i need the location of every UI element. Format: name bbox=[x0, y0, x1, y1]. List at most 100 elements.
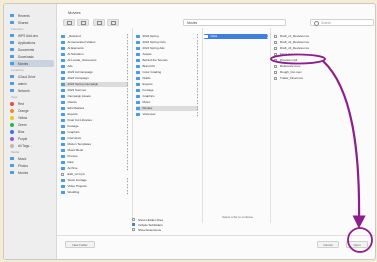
list-item[interactable]: Music Beds bbox=[61, 148, 128, 153]
list-item[interactable]: Review bbox=[136, 106, 198, 111]
status-note: Select a file to continue bbox=[222, 215, 254, 219]
list-item[interactable]: AI-Generated Videos bbox=[61, 40, 128, 45]
back-button[interactable] bbox=[63, 19, 75, 26]
list-item[interactable]: Clips bbox=[204, 34, 268, 39]
list-item[interactable]: Final Cut Libraries bbox=[61, 118, 128, 123]
list-item[interactable]: Color Grading bbox=[136, 70, 198, 75]
chevron-right-icon bbox=[124, 106, 128, 111]
list-item[interactable]: Draft_v2_Review.mov bbox=[274, 40, 370, 45]
list-item[interactable]: Drafts bbox=[136, 76, 198, 81]
chevron-right-icon bbox=[124, 130, 128, 135]
sidebar-item[interactable]: Red bbox=[10, 100, 54, 107]
sidebar-item[interactable]: Downloads bbox=[10, 53, 54, 60]
chevron-right-icon bbox=[124, 178, 128, 183]
list-item[interactable]: Trailer_Final.mov bbox=[274, 76, 370, 81]
list-item[interactable]: Clients bbox=[61, 100, 128, 105]
sidebar-item-label: Movies bbox=[18, 61, 29, 66]
list-item[interactable]: 2024 Spring bbox=[136, 34, 198, 39]
list-item[interactable]: Music bbox=[136, 100, 198, 105]
new-folder-button[interactable]: New Folder bbox=[65, 241, 95, 248]
list-item-label: 2024 Campaign bbox=[67, 76, 89, 80]
folder-icon bbox=[61, 65, 65, 68]
sidebar-item-label: Movies bbox=[18, 170, 29, 175]
sidebar-item[interactable]: Purple bbox=[10, 135, 54, 142]
sidebar-item[interactable]: Photos bbox=[10, 162, 54, 169]
list-item[interactable]: Rough_Cut.mov bbox=[274, 70, 370, 75]
list-item[interactable]: 2023 Ad Campaign bbox=[61, 70, 128, 75]
list-item[interactable]: Exports bbox=[61, 112, 128, 117]
list-item[interactable]: Footage bbox=[61, 124, 128, 129]
list-item[interactable]: Behind the Scenes bbox=[136, 58, 198, 63]
view-columns-button[interactable] bbox=[93, 19, 105, 26]
sidebar-item-label: Documents bbox=[18, 47, 35, 52]
folder-icon bbox=[136, 107, 140, 110]
sidebar-item[interactable]: Green bbox=[10, 121, 54, 128]
list-item[interactable]: Preview.mp4 bbox=[274, 58, 370, 63]
chevron-right-icon bbox=[194, 40, 198, 45]
sidebar-item-label: All Tags… bbox=[18, 143, 33, 148]
list-item[interactable]: Draft_v3_Review.mov bbox=[274, 46, 370, 51]
sidebar-item[interactable]: Music bbox=[10, 155, 54, 162]
list-item[interactable]: _Rebrand bbox=[61, 34, 128, 39]
option-checkbox[interactable]: Show Extensions bbox=[132, 227, 163, 232]
list-item[interactable]: 2024 Summer bbox=[61, 88, 128, 93]
location-select[interactable]: Movies bbox=[183, 19, 286, 26]
sidebar-item[interactable]: Yellow bbox=[10, 114, 54, 121]
list-item[interactable]: Final_Cut.mov bbox=[274, 52, 370, 57]
list-item[interactable]: 2024 Campaign bbox=[61, 76, 128, 81]
list-item[interactable]: AI Elements bbox=[61, 46, 128, 51]
list-item[interactable]: Stock Footage bbox=[61, 178, 128, 183]
list-item[interactable]: Archive bbox=[61, 166, 128, 171]
list-item[interactable]: Graphics bbox=[61, 130, 128, 135]
list-item[interactable]: Voiceover bbox=[136, 112, 198, 117]
sidebar-item[interactable]: Blue bbox=[10, 128, 54, 135]
list-item[interactable]: Campaign Assets bbox=[61, 94, 128, 99]
list-item[interactable]: AI-Locale_Voiceovers bbox=[61, 58, 128, 63]
sidebar-item[interactable]: iCloud Drive bbox=[10, 73, 54, 80]
list-item[interactable]: Draft_v1_Review.mov bbox=[274, 34, 370, 39]
list-item[interactable]: Raw bbox=[61, 160, 128, 165]
list-item[interactable]: draft_v2.mp4 bbox=[61, 172, 128, 177]
list-item[interactable]: Edit Masters bbox=[61, 106, 128, 111]
list-item[interactable]: 2024 Spring Cuts bbox=[136, 40, 198, 45]
list-item[interactable]: 2024 Spring Ads bbox=[136, 46, 198, 51]
sidebar-item[interactable]: All Tags… bbox=[10, 142, 54, 149]
list-item[interactable]: Exports bbox=[136, 82, 198, 87]
view-options-button[interactable] bbox=[107, 19, 119, 26]
sidebar-item[interactable]: Orange bbox=[10, 107, 54, 114]
list-item[interactable]: Ads bbox=[61, 64, 128, 69]
chevron-right-icon bbox=[124, 136, 128, 141]
forward-button[interactable] bbox=[77, 19, 89, 26]
sidebar-item[interactable]: WPS Add-ons bbox=[10, 32, 54, 39]
list-item[interactable]: Video Projects bbox=[61, 184, 128, 189]
list-item[interactable]: Graphics bbox=[136, 94, 198, 99]
sidebar-item-label: Blue bbox=[18, 129, 25, 134]
search-field[interactable]: Search bbox=[310, 19, 374, 26]
cancel-button[interactable]: Cancel bbox=[317, 241, 339, 248]
folder-icon bbox=[61, 167, 65, 170]
list-item[interactable]: Motion Templates bbox=[61, 142, 128, 147]
list-item[interactable]: Brand Kit bbox=[136, 64, 198, 69]
folder-icon bbox=[136, 71, 140, 74]
sidebar-item[interactable]: admin bbox=[10, 80, 54, 87]
list-item[interactable]: AI Narration bbox=[61, 52, 128, 57]
sidebar-item[interactable]: Movies bbox=[10, 60, 54, 67]
list-item[interactable]: Interviews bbox=[61, 136, 128, 141]
list-item[interactable]: Wedding bbox=[61, 190, 128, 195]
folder-icon bbox=[10, 62, 14, 66]
sidebar-item[interactable]: Shared bbox=[10, 19, 54, 26]
sidebar-item[interactable]: Applications bbox=[10, 39, 54, 46]
list-item[interactable]: 2024 Spring Campaign bbox=[61, 82, 128, 87]
list-item[interactable]: Footage bbox=[136, 88, 198, 93]
sidebar-item[interactable]: Movies bbox=[10, 169, 54, 176]
list-item-label: Graphics bbox=[67, 130, 80, 134]
sidebar-item[interactable]: Recents bbox=[10, 12, 54, 19]
tag-icon bbox=[10, 129, 14, 134]
open-button[interactable]: Open bbox=[346, 241, 368, 248]
sidebar-item[interactable]: Network bbox=[10, 87, 54, 94]
list-item[interactable]: Assets bbox=[136, 52, 198, 57]
list-item[interactable]: Reference.mov bbox=[274, 64, 370, 69]
search-input[interactable]: Search bbox=[321, 21, 331, 25]
list-item[interactable]: Proxies bbox=[61, 154, 128, 159]
sidebar-item[interactable]: Documents bbox=[10, 46, 54, 53]
